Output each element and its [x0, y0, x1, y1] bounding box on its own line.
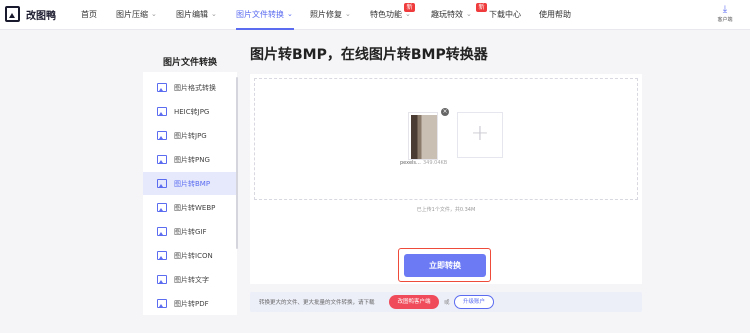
- sidebar-item-to-jpg[interactable]: 图片转JPG: [143, 124, 237, 147]
- image-icon: [157, 275, 167, 284]
- sidebar-item-to-bmp[interactable]: 图片转BMP: [143, 172, 237, 195]
- nav-item-effects[interactable]: 趣玩特效 ⌄: [431, 0, 472, 30]
- sidebar-item-format-convert[interactable]: 图片格式转换: [143, 76, 237, 99]
- sidebar-item-to-webp[interactable]: 图片转WEBP: [143, 196, 237, 219]
- footer-promo-text: 转换更大的文件、更大批量的文件转换，请下载: [259, 300, 375, 306]
- chevron-down-icon: ⌄: [287, 10, 293, 18]
- sidebar-item-to-png[interactable]: 图片转PNG: [143, 148, 237, 171]
- sidebar-item-to-pdf[interactable]: 图片转PDF: [143, 292, 237, 315]
- uploaded-file-thumbnail[interactable]: [408, 112, 438, 160]
- image-icon: [157, 107, 167, 116]
- download-client-button[interactable]: 改图鸭客户端: [389, 295, 439, 309]
- nav-item-compress[interactable]: 图片压缩 ⌄: [116, 0, 157, 30]
- upgrade-account-button[interactable]: 升级账户: [454, 295, 494, 309]
- image-icon: [157, 203, 167, 212]
- client-label: 客户端: [717, 17, 733, 23]
- nav-item-home[interactable]: 首页: [81, 0, 97, 30]
- sidebar-scrollbar[interactable]: [236, 77, 238, 249]
- client-download-button[interactable]: ⤓ 客户端: [710, 4, 740, 23]
- upload-dropzone[interactable]: [254, 78, 638, 200]
- image-icon: [157, 227, 167, 236]
- page-title: 图片转BMP，在线图片转BMP转换器: [250, 47, 488, 63]
- top-nav-bar: 改图鸭 首页 图片压缩 ⌄ 图片编辑 ⌄ 图片文件转换 ⌄ 照片修复 ⌄ 特色功能 ⌄ 新…: [0, 0, 750, 30]
- sidebar-title: 图片文件转换: [162, 58, 217, 68]
- logo[interactable]: 改图鸭: [5, 6, 56, 22]
- nav-item-convert[interactable]: 图片文件转换 ⌄: [236, 0, 293, 30]
- sidebar-item-heic-jpg[interactable]: HEIC转JPG: [143, 100, 237, 123]
- brand-name: 改图鸭: [26, 10, 56, 22]
- image-icon: [157, 179, 167, 188]
- logo-icon: [5, 6, 20, 22]
- file-size: 349.04KB: [423, 160, 448, 166]
- nav-item-download-center[interactable]: 下载中心: [489, 0, 521, 30]
- sidebar-item-to-icon[interactable]: 图片转ICON: [143, 244, 237, 267]
- active-tab-indicator: [236, 28, 294, 30]
- sidebar-item-to-gif[interactable]: 图片转GIF: [143, 220, 237, 243]
- convert-now-button[interactable]: 立即转换: [404, 254, 486, 277]
- chevron-down-icon: ⌄: [345, 10, 351, 18]
- sidebar-item-to-text[interactable]: 图片转文字: [143, 268, 237, 291]
- photo-thumbnail: [411, 115, 437, 159]
- nav-item-restore[interactable]: 照片修复 ⌄: [310, 0, 351, 30]
- sidebar: 图片格式转换 HEIC转JPG 图片转JPG 图片转PNG 图片转BMP 图片转…: [143, 72, 237, 315]
- image-icon: [157, 155, 167, 164]
- image-icon: [157, 83, 167, 92]
- chevron-down-icon: ⌄: [151, 10, 157, 18]
- nav-item-edit[interactable]: 图片编辑 ⌄: [176, 0, 217, 30]
- upload-summary: 已上传1个文件，共0.34M: [416, 207, 476, 213]
- image-icon: [157, 299, 167, 308]
- plus-icon: +: [470, 121, 490, 146]
- footer-or-text: 或: [444, 300, 450, 306]
- download-icon: ⤓: [722, 4, 728, 15]
- chevron-down-icon: ⌄: [466, 10, 472, 18]
- image-icon: [157, 131, 167, 140]
- new-badge: 新: [476, 3, 487, 12]
- nav-item-help[interactable]: 使用帮助: [539, 0, 571, 30]
- image-icon: [157, 251, 167, 260]
- file-name: pexels...: [400, 160, 421, 166]
- add-file-button[interactable]: +: [457, 112, 503, 158]
- remove-file-icon[interactable]: ×: [441, 108, 449, 116]
- chevron-down-icon: ⌄: [211, 10, 217, 18]
- new-badge: 新: [404, 3, 415, 12]
